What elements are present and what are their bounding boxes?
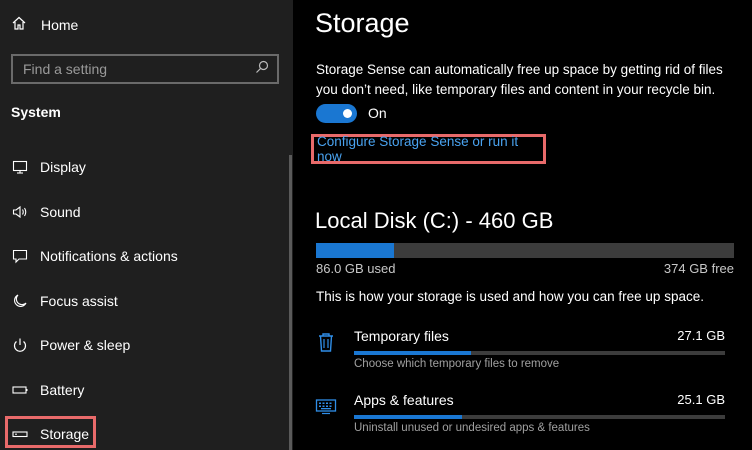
category-usage-fill [354, 415, 463, 419]
configure-storage-sense-link[interactable]: Configure Storage Sense or run it now [311, 134, 546, 164]
disk-usage-bar [316, 243, 734, 258]
main-content: Storage Storage Sense can automatically … [293, 0, 752, 450]
power-icon [11, 336, 29, 354]
category-subtitle: Choose which temporary files to remove [354, 358, 560, 370]
speaker-icon [11, 203, 29, 221]
disk-title: Local Disk (C:) - 460 GB [315, 208, 554, 233]
selection-highlight [5, 416, 96, 448]
category-name: Apps & features [354, 392, 454, 408]
usage-description: This is how your storage is used and how… [316, 289, 704, 304]
sidebar: Home Find a setting System Display Sound… [0, 0, 293, 450]
notification-icon [11, 247, 29, 265]
sidebar-item-power-sleep[interactable]: Power & sleep [0, 325, 290, 365]
sidebar-item-notifications[interactable]: Notifications & actions [0, 236, 290, 276]
disk-used-label: 86.0 GB used [316, 261, 396, 276]
toggle-knob [343, 109, 352, 118]
home-nav-item[interactable]: Home [0, 8, 293, 42]
sidebar-item-label: Focus assist [40, 293, 118, 309]
search-input[interactable]: Find a setting [11, 54, 279, 84]
configure-link-text: Configure Storage Sense or run it now [317, 134, 519, 164]
sidebar-item-sound[interactable]: Sound [0, 192, 290, 232]
category-usage-bar [354, 415, 725, 419]
category-name: Temporary files [354, 328, 449, 344]
keyboard-icon [315, 395, 337, 419]
category-subtitle: Uninstall unused or undesired apps & fea… [354, 422, 590, 434]
section-title-system: System [11, 104, 61, 120]
category-temporary-files[interactable]: Temporary files 27.1 GB Choose which tem… [313, 323, 725, 379]
sidebar-item-label: Notifications & actions [40, 248, 178, 264]
category-size: 27.1 GB [677, 328, 725, 343]
sidebar-item-label: Battery [40, 382, 85, 398]
sidebar-item-label: Power & sleep [40, 337, 131, 353]
sidebar-scrollbar[interactable] [289, 155, 292, 450]
storage-sense-toggle[interactable] [316, 104, 357, 123]
disk-free-label: 374 GB free [663, 261, 734, 276]
battery-icon [11, 381, 29, 399]
category-apps-features[interactable]: Apps & features 25.1 GB Uninstall unused… [313, 387, 725, 443]
toggle-state-label: On [368, 105, 387, 121]
sidebar-item-label: Display [40, 159, 86, 175]
moon-icon [11, 292, 29, 310]
sidebar-item-focus-assist[interactable]: Focus assist [0, 281, 290, 321]
disk-usage-fill [316, 243, 395, 258]
page-title: Storage [315, 8, 410, 38]
sidebar-item-battery[interactable]: Battery [0, 370, 290, 410]
category-usage-bar [354, 351, 725, 355]
home-icon [11, 15, 27, 36]
sidebar-item-label: Sound [40, 204, 81, 220]
category-usage-fill [354, 351, 471, 355]
search-placeholder: Find a setting [23, 61, 108, 77]
monitor-icon [11, 158, 29, 176]
trash-icon [315, 331, 337, 355]
storage-sense-description: Storage Sense can automatically free up … [316, 62, 723, 97]
sidebar-item-display[interactable]: Display [0, 147, 290, 187]
category-size: 25.1 GB [677, 392, 725, 407]
home-label: Home [41, 17, 79, 33]
search-icon[interactable] [255, 60, 277, 79]
